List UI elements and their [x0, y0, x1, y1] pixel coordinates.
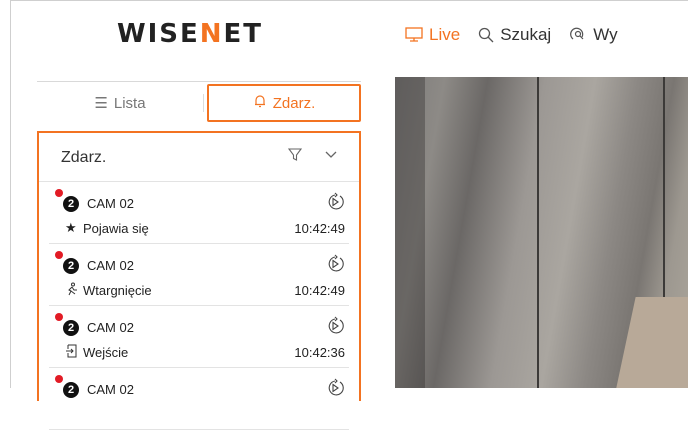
elevator-floor [614, 297, 688, 388]
event-camera: CAM 02 [87, 320, 134, 335]
playback-icon[interactable] [325, 378, 345, 398]
channel-badge: 2 [63, 196, 79, 212]
monitor-icon [405, 27, 423, 42]
playback-icon[interactable] [325, 316, 345, 336]
unread-dot [55, 251, 63, 259]
ai-search-icon [570, 27, 584, 40]
chevron-down-icon[interactable] [324, 147, 338, 166]
event-type: Pojawia się [83, 221, 149, 236]
list-icon: ☰ [94, 95, 108, 112]
filter-icon[interactable] [287, 148, 303, 167]
playback-icon[interactable] [325, 192, 345, 212]
event-item[interactable]: 2 CAM 02 ★ Pojawia się 10:42:49 [49, 182, 349, 244]
channel-badge: 2 [63, 258, 79, 274]
tab-events[interactable]: Zdarz. [207, 84, 361, 122]
intrusion-icon [65, 282, 79, 299]
tab-divider [203, 94, 204, 112]
event-type: Wtargnięcie [83, 283, 152, 298]
unread-dot [55, 313, 63, 321]
video-shadow [395, 77, 425, 388]
event-camera: CAM 02 [87, 258, 134, 273]
nav-ai-search-label: Wy [593, 25, 618, 44]
app-frame: WISENET ☰ Lista Zdarz. Zdarz. 2 CAM 02 ★… [10, 0, 688, 430]
playback-icon[interactable] [325, 254, 345, 274]
nav-live-label: Live [429, 25, 461, 44]
tab-list[interactable]: ☰ Lista [37, 84, 203, 122]
channel-badge: 2 [63, 320, 79, 336]
tab-events-label: Zdarz. [272, 94, 316, 112]
logo-text-accent: N [199, 19, 224, 49]
event-camera: CAM 02 [87, 382, 134, 397]
nav-live[interactable]: Live [405, 25, 460, 45]
elevator-door-seam [537, 77, 539, 388]
event-type: Wejście [83, 345, 129, 360]
event-camera: CAM 02 [87, 196, 134, 211]
events-panel-header: Zdarz. [39, 133, 359, 182]
event-time: 10:42:36 [294, 345, 345, 360]
wisenet-logo: WISENET [11, 19, 369, 49]
bell-icon [253, 94, 267, 112]
events-panel-title: Zdarz. [61, 149, 107, 166]
event-item[interactable]: 2 CAM 02 [49, 368, 349, 430]
search-icon [479, 27, 494, 43]
nav-ai-search[interactable]: Wy [569, 25, 618, 45]
live-video-view[interactable] [395, 77, 688, 388]
nav-search[interactable]: Szukaj [478, 25, 551, 45]
top-navigation: Live Szukaj Wy [405, 23, 636, 47]
channel-badge: 2 [63, 382, 79, 398]
event-time: 10:42:49 [294, 283, 345, 298]
star-icon: ★ [65, 220, 77, 235]
event-item[interactable]: 2 CAM 02 Wejście 10:42:36 [49, 306, 349, 368]
unread-dot [55, 375, 63, 383]
entry-icon [65, 344, 79, 361]
sidebar-tabs: ☰ Lista Zdarz. [37, 81, 361, 124]
logo-text-suffix: ET [223, 19, 264, 49]
tab-list-label: Lista [113, 94, 146, 112]
events-panel: Zdarz. 2 CAM 02 ★ Pojawia się 10:42:49 2… [37, 131, 361, 430]
event-time: 10:42:49 [294, 221, 345, 236]
event-item[interactable]: 2 CAM 02 Wtargnięcie 10:42:49 [49, 244, 349, 306]
logo-text-prefix: WISE [116, 19, 200, 49]
nav-search-label: Szukaj [500, 25, 552, 44]
sidebar: WISENET ☰ Lista Zdarz. Zdarz. 2 CAM 02 ★… [11, 1, 369, 430]
unread-dot [55, 189, 63, 197]
